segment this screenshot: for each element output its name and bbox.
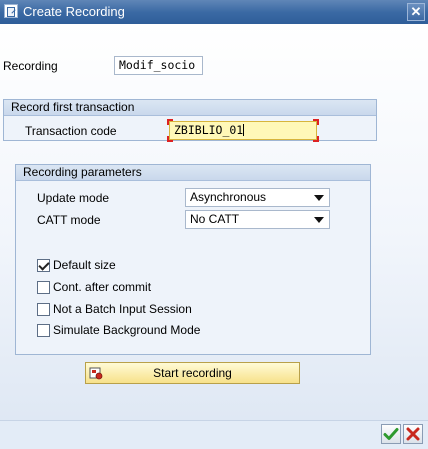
update-mode-select[interactable]: Asynchronous (185, 188, 330, 207)
focus-corner (167, 119, 173, 125)
checkbox[interactable] (37, 324, 50, 337)
chevron-down-icon (314, 217, 324, 223)
check-icon (383, 428, 399, 440)
catt-mode-value: No CATT (190, 212, 240, 226)
recording-icon (89, 367, 103, 380)
group-title: Recording parameters (16, 165, 370, 181)
ok-button[interactable] (381, 424, 401, 444)
checkbox-label: Default size (53, 258, 116, 272)
text-cursor (243, 124, 245, 136)
checkbox[interactable] (37, 259, 50, 272)
create-recording-dialog: Create Recording ✕ Recording Modif_socio… (0, 0, 428, 449)
catt-mode-select[interactable]: No CATT (185, 210, 330, 229)
chevron-down-icon (314, 195, 324, 201)
catt-mode-label: CATT mode (37, 213, 101, 227)
checkbox[interactable] (37, 303, 50, 316)
recording-label: Recording (3, 59, 58, 73)
checkbox-label: Not a Batch Input Session (53, 302, 192, 316)
recording-parameters-group: Recording parameters Update mode Asynchr… (15, 164, 371, 355)
recording-name-field[interactable]: Modif_socio (114, 56, 203, 75)
start-recording-label: Start recording (153, 366, 232, 380)
record-first-transaction-group: Record first transaction Transaction cod… (3, 99, 377, 142)
start-recording-button[interactable]: Start recording (85, 362, 300, 384)
cancel-x-icon (406, 427, 420, 441)
cancel-button[interactable] (403, 424, 423, 444)
close-icon: ✕ (410, 4, 422, 19)
focus-corner (167, 136, 173, 142)
transaction-code-label: Transaction code (25, 124, 117, 138)
dialog-body: Recording Modif_socio Record first trans… (0, 24, 428, 420)
window-icon (4, 4, 18, 18)
transaction-code-input[interactable]: ZBIBLIO_01 (169, 121, 317, 140)
focus-corner (313, 136, 319, 142)
group-title: Record first transaction (4, 100, 376, 116)
focus-corner (313, 119, 319, 125)
checkbox-label: Cont. after commit (53, 280, 152, 294)
checkbox[interactable] (37, 281, 50, 294)
update-mode-value: Asynchronous (190, 190, 267, 204)
checkbox-label: Simulate Background Mode (53, 323, 201, 337)
update-mode-label: Update mode (37, 191, 110, 205)
transaction-code-value: ZBIBLIO_01 (174, 123, 244, 137)
close-button[interactable]: ✕ (407, 3, 425, 21)
title-bar: Create Recording ✕ (0, 0, 428, 24)
window-title: Create Recording (23, 4, 125, 19)
footer-toolbar (0, 420, 428, 449)
